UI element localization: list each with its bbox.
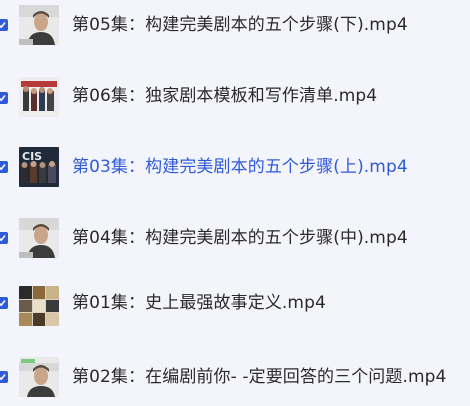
playlist-item[interactable]: 第02集：在编剧前你- -定要回答的三个问题.mp4: [0, 351, 470, 401]
checkbox-checked[interactable]: [0, 232, 8, 244]
video-title[interactable]: 第01集：史上最强故事定义.mp4: [72, 292, 326, 314]
checkbox-checked[interactable]: [0, 161, 8, 173]
svg-text:CIS: CIS: [22, 150, 42, 163]
playlist-item[interactable]: 第01集：史上最强故事定义.mp4: [0, 284, 470, 334]
video-title[interactable]: 第05集：构建完美剧本的五个步骤(下).mp4: [72, 14, 408, 36]
playlist-item[interactable]: 第04集：构建完美剧本的五个步骤(中).mp4: [0, 213, 470, 263]
portrait-thumbnail: [19, 218, 59, 258]
checkbox-checked[interactable]: [0, 19, 8, 31]
playlist-item-active[interactable]: CIS 第03集：构建完美剧本的五个步骤(上).mp4: [0, 142, 470, 192]
tv-show-thumbnail: CIS: [19, 147, 59, 187]
portrait-thumbnail: [19, 5, 59, 45]
playlist-item[interactable]: 第05集：构建完美剧本的五个步骤(下).mp4: [0, 0, 470, 50]
video-title[interactable]: 第04集：构建完美剧本的五个步骤(中).mp4: [72, 227, 408, 249]
checkbox-checked[interactable]: [0, 371, 8, 383]
video-title[interactable]: 第06集：独家剧本模板和写作清单.mp4: [72, 85, 377, 107]
video-title[interactable]: 第03集：构建完美剧本的五个步骤(上).mp4: [72, 156, 408, 178]
portrait-thumbnail: [19, 357, 59, 397]
poster-collage-thumbnail: [19, 286, 59, 326]
checkbox-checked[interactable]: [0, 92, 8, 104]
checkbox-checked[interactable]: [0, 297, 8, 309]
group-photo-thumbnail: [19, 77, 59, 117]
video-playlist: 第05集：构建完美剧本的五个步骤(下).mp4 第06集：独家剧本模板和写作清单…: [0, 0, 470, 406]
playlist-item[interactable]: 第06集：独家剧本模板和写作清单.mp4: [0, 71, 470, 121]
video-title[interactable]: 第02集：在编剧前你- -定要回答的三个问题.mp4: [72, 366, 446, 388]
